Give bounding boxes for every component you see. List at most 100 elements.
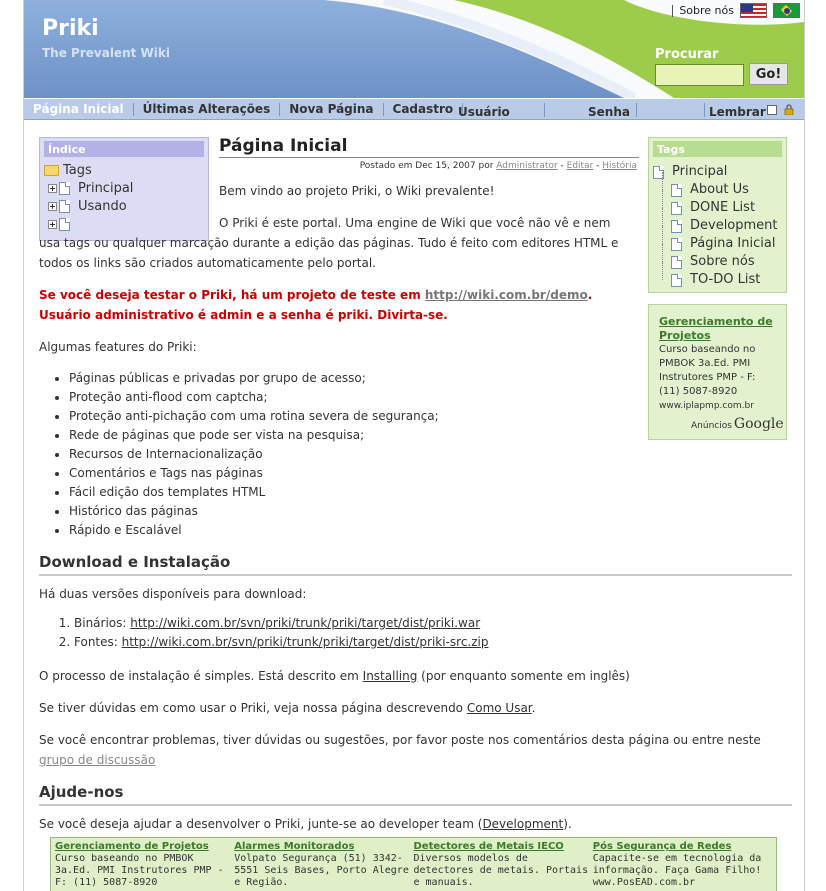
- bottom-ad[interactable]: Pós Segurança de Redes Capacite-se em tec…: [593, 841, 772, 891]
- tag-item-label[interactable]: Sobre nós: [690, 253, 755, 271]
- search-input[interactable]: [655, 64, 744, 86]
- download-item: Binários: http://wiki.com.br/svn/priki/t…: [74, 614, 792, 633]
- search-label: Procurar: [655, 47, 719, 62]
- bottom-ad[interactable]: Detectores de Metais IECO Diversos modelo…: [414, 841, 593, 891]
- download-label: Fontes:: [74, 635, 122, 649]
- tag-root-label[interactable]: Principal: [672, 163, 727, 181]
- install-text: O processo de instalação é simples. Está…: [39, 666, 792, 686]
- side-ad-title[interactable]: Gerenciamento de Projetos: [659, 315, 776, 343]
- bottom-ad-body: Volpato Segurança (51) 3342-5551 Seis Ba…: [234, 853, 409, 888]
- nav-home[interactable]: Página Inicial: [24, 102, 134, 116]
- page-icon: [671, 201, 682, 215]
- nav-recent-changes[interactable]: Últimas Alterações: [134, 102, 281, 116]
- download-item: Fontes: http://wiki.com.br/svn/priki/tru…: [74, 633, 792, 652]
- tag-item[interactable]: Sobre nós: [653, 244, 786, 271]
- ads-by-google[interactable]: Anúncios Google: [691, 417, 784, 433]
- bottom-ad-body: Diversos modelos de detectores de metais…: [413, 853, 589, 888]
- development-link[interactable]: Development: [482, 817, 563, 831]
- history-link[interactable]: História: [602, 161, 637, 171]
- remember-label: Lembrar: [709, 105, 766, 119]
- tag-item-label[interactable]: TO-DO List: [690, 271, 760, 289]
- page-icon: [671, 255, 682, 269]
- google-logo: Google: [733, 416, 784, 432]
- side-ad[interactable]: Gerenciamento de Projetos Curso baseando…: [648, 304, 787, 440]
- lock-icon[interactable]: [784, 104, 794, 115]
- download-list: Binários: http://wiki.com.br/svn/priki/t…: [74, 614, 792, 652]
- separator: [704, 103, 705, 117]
- test-notice: Se você deseja testar o Priki, há um pro…: [39, 285, 619, 325]
- feature-item: Fácil edição dos templates HTML: [69, 483, 792, 502]
- problems-text: Se você encontrar problemas, tiver dúvid…: [39, 730, 792, 770]
- tags-title: Tags: [653, 141, 782, 157]
- tags-tree: Principal About Us DONE List Development…: [649, 157, 786, 289]
- install-text-b: (por enquanto somente em inglês): [417, 669, 630, 683]
- installing-link[interactable]: Installing: [363, 669, 418, 683]
- site-logo[interactable]: Priki: [42, 16, 99, 41]
- bottom-ad-body: Curso baseando no PMBOK 3a.Ed. PMI Instr…: [55, 853, 224, 888]
- nav-register[interactable]: Cadastro: [384, 102, 464, 116]
- tag-item[interactable]: Development: [653, 208, 786, 235]
- brazil-flag-icon[interactable]: [773, 3, 800, 18]
- tag-item-label[interactable]: Development: [690, 217, 778, 235]
- page-icon: [671, 219, 682, 233]
- folder-icon: [44, 164, 59, 176]
- separator: [672, 4, 674, 17]
- demo-link[interactable]: http://wiki.com.br/demo: [425, 288, 588, 302]
- page-icon: [671, 273, 682, 287]
- download-link[interactable]: http://wiki.com.br/svn/priki/trunk/priki…: [122, 635, 489, 649]
- howto-text-b: .: [531, 701, 536, 715]
- tag-item[interactable]: About Us: [653, 172, 786, 199]
- tag-item[interactable]: DONE List: [653, 190, 786, 217]
- tree-root-label[interactable]: Tags: [63, 163, 92, 178]
- feature-item: Recursos de Internacionalização: [69, 445, 792, 464]
- ads-by-label: Anúncios: [691, 421, 732, 431]
- discussion-group-link[interactable]: grupo de discussão: [39, 753, 155, 767]
- tag-item[interactable]: TO-DO List: [653, 262, 786, 289]
- side-ad-body: Curso baseando no PMBOK 3a.Ed. PMI Instr…: [659, 344, 756, 397]
- main-nav: Página Inicial Últimas Alterações Nova P…: [24, 98, 804, 120]
- download-label: Binários:: [74, 616, 131, 630]
- post-meta: Postado em Dec 15, 2007 por Administrato…: [359, 161, 637, 171]
- about-link[interactable]: Sobre nós: [679, 4, 734, 17]
- page-title: Página Inicial: [219, 136, 348, 156]
- separator: [544, 103, 545, 117]
- site-tagline: The Prevalent Wiki: [42, 46, 170, 60]
- us-flag-icon[interactable]: [740, 3, 767, 18]
- bottom-ad[interactable]: Gerenciamento de Projetos Curso baseando …: [55, 841, 234, 891]
- page-frame: Priki The Prevalent Wiki Sobre nós Procu…: [23, 0, 805, 891]
- howto-text-a: Se tiver dúvidas em como usar o Priki, v…: [39, 701, 467, 715]
- header: Priki The Prevalent Wiki Sobre nós Procu…: [24, 0, 804, 98]
- bottom-ad-title[interactable]: Alarmes Monitorados: [234, 841, 409, 853]
- tree-root[interactable]: Tags: [44, 161, 208, 179]
- feature-item: Histórico das páginas: [69, 502, 792, 521]
- tag-item-label[interactable]: About Us: [690, 181, 749, 199]
- tag-item-label[interactable]: Página Inicial: [690, 235, 775, 253]
- bottom-ad-title[interactable]: Pós Segurança de Redes: [593, 841, 768, 853]
- download-link[interactable]: http://wiki.com.br/svn/priki/trunk/priki…: [130, 616, 480, 630]
- bottom-ad-title[interactable]: Detectores de Metais IECO: [414, 841, 589, 853]
- download-intro: Há duas versões disponíveis para downloa…: [39, 587, 307, 601]
- bottom-ad[interactable]: Alarmes Monitorados Volpato Segurança (51…: [234, 841, 413, 891]
- tag-item-label[interactable]: DONE List: [690, 199, 755, 217]
- tag-root[interactable]: Principal: [653, 163, 786, 181]
- bottom-ads: Gerenciamento de Projetos Curso baseando …: [50, 837, 777, 891]
- tag-item[interactable]: Página Inicial: [653, 226, 786, 253]
- index-title: Índice: [44, 141, 204, 157]
- user-label[interactable]: Usuário: [458, 105, 510, 119]
- top-links: Sobre nós: [672, 3, 800, 18]
- help-text-b: ).: [563, 817, 572, 831]
- author-link[interactable]: Administrator: [496, 161, 557, 171]
- title-divider: [219, 157, 639, 158]
- go-button[interactable]: Go!: [749, 63, 788, 85]
- side-ad-url[interactable]: www.iplapmp.com.br: [659, 399, 776, 413]
- test-notice-a: Se você deseja testar o Priki, há um pro…: [39, 288, 425, 302]
- password-label[interactable]: Senha: [588, 105, 630, 119]
- bottom-ad-title[interactable]: Gerenciamento de Projetos: [55, 841, 230, 853]
- edit-link[interactable]: Editar: [567, 161, 594, 171]
- help-text-a: Se você deseja ajudar a desenvolver o Pr…: [39, 817, 483, 831]
- remember-checkbox[interactable]: [767, 105, 777, 115]
- download-heading: Download e Instalação: [39, 552, 792, 576]
- howto-text: Se tiver dúvidas em como usar o Priki, v…: [39, 698, 792, 718]
- nav-new-page[interactable]: Nova Página: [280, 102, 384, 116]
- how-to-use-link[interactable]: Como Usar: [467, 701, 532, 715]
